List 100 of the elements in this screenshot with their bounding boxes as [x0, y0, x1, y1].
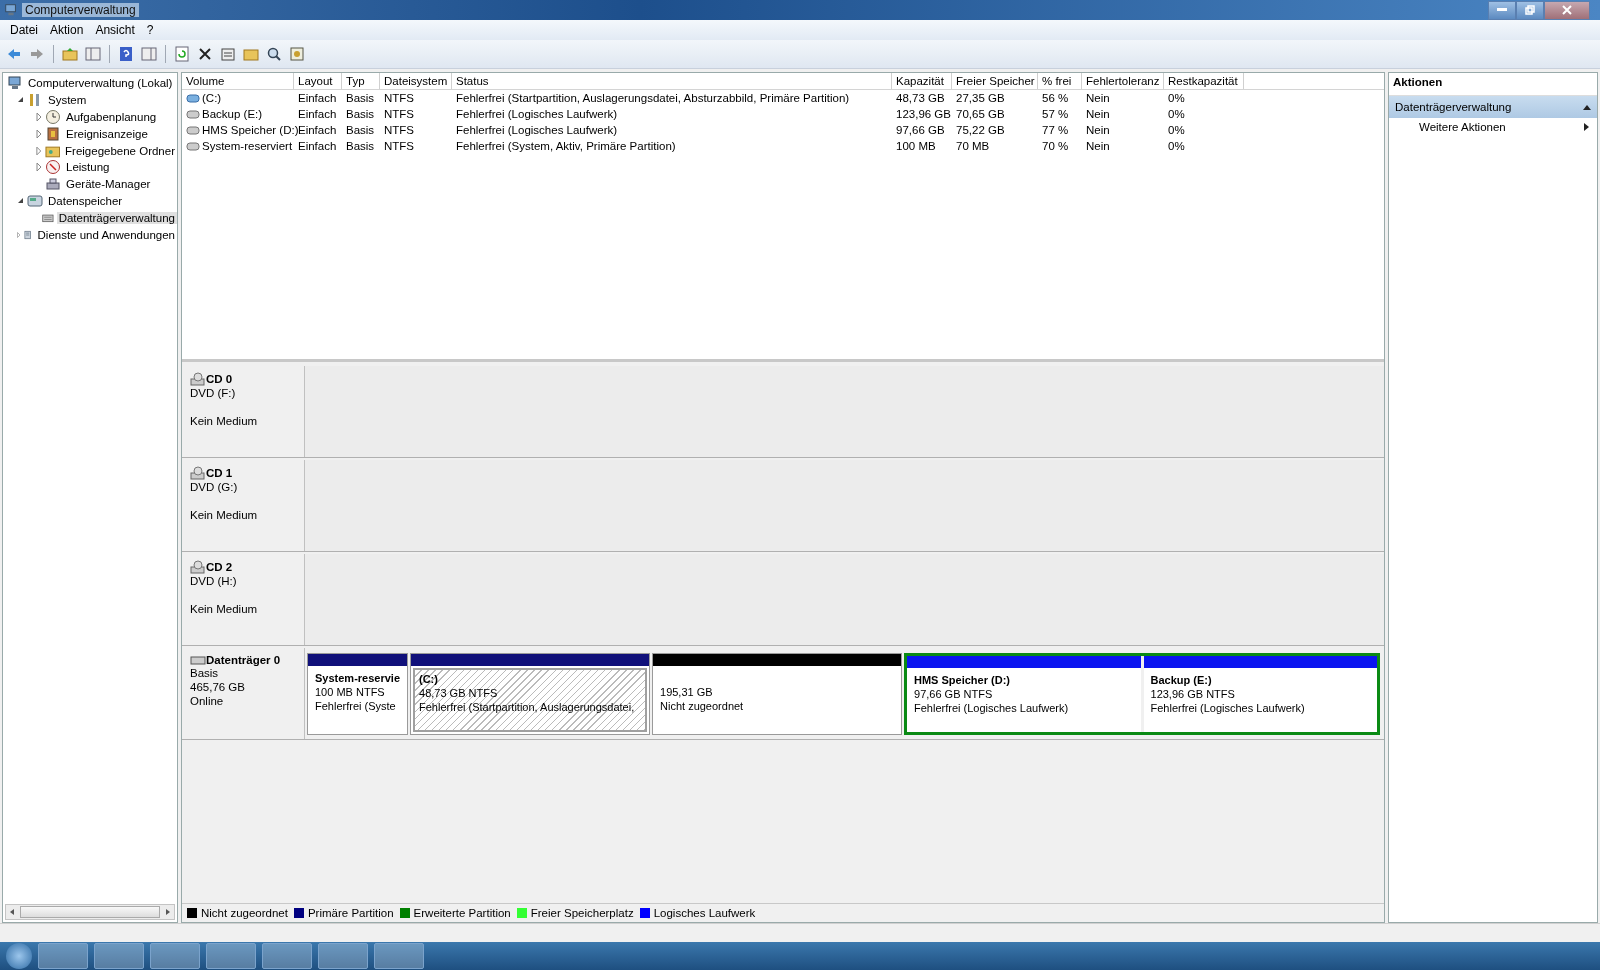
table-cell-text: Fehlerfrei (Logisches Laufwerk) — [456, 107, 618, 122]
column-header[interactable]: Fehlertoleranz — [1082, 73, 1164, 89]
column-header[interactable]: Kapazität — [892, 73, 952, 89]
tree-item[interactable]: Datenträgerverwaltung — [56, 211, 177, 224]
device-icon — [45, 176, 61, 193]
taskbar-button[interactable] — [262, 943, 312, 969]
table-cell-text: Fehlerfrei (Startpartition, Auslagerungsdatei, Absturzabbild, Primäre Partition) — [456, 91, 850, 106]
column-header[interactable]: Typ — [342, 73, 380, 89]
taskbar-button[interactable] — [94, 943, 144, 969]
table-cell-text: NTFS — [384, 107, 415, 122]
taskbar-button[interactable] — [374, 943, 424, 969]
column-header[interactable]: % frei — [1038, 73, 1082, 89]
cd-drive-icon — [190, 372, 206, 386]
table-cell-text: Basis — [346, 139, 375, 154]
table-cell-text: 0% — [1168, 107, 1185, 122]
gauge-icon — [45, 159, 61, 176]
table-cell-text: 0% — [1168, 123, 1185, 138]
taskbar-button[interactable] — [150, 943, 200, 969]
tree-item[interactable]: Datenspeicher — [46, 194, 125, 207]
menu-item[interactable]: ? — [140, 23, 160, 37]
drive-state: Kein Medium — [190, 508, 259, 522]
close-icon — [197, 46, 213, 62]
table-cell-text: 77 % — [1042, 123, 1069, 138]
column-header[interactable]: Layout — [294, 73, 342, 89]
column-header[interactable]: Status — [452, 73, 892, 89]
taskbar-button[interactable] — [206, 943, 256, 969]
computer-icon — [7, 75, 23, 92]
table-cell-text: Einfach — [298, 139, 337, 154]
tree-item[interactable]: Freigegebene Ordner — [63, 144, 177, 157]
table-cell-text: 27,35 GB — [956, 91, 1005, 106]
help-icon — [118, 46, 134, 62]
legend-label: Nicht zugeordnet — [201, 907, 288, 919]
storage-icon — [27, 192, 43, 209]
cd-drive-icon — [190, 466, 206, 480]
start-button[interactable] — [6, 943, 32, 969]
actions-section[interactable]: Datenträgerverwaltung — [1389, 96, 1597, 118]
drive-type: DVD (H:) — [190, 574, 238, 588]
column-header[interactable]: Dateisystem — [380, 73, 452, 89]
table-cell-text: NTFS — [384, 91, 415, 106]
drive-type: Basis — [190, 666, 220, 680]
taskbar-button[interactable] — [38, 943, 88, 969]
tree-item[interactable]: Geräte-Manager — [64, 178, 153, 191]
tree-item[interactable]: System — [46, 94, 89, 107]
collapse-caret-icon — [1583, 104, 1591, 110]
submenu-arrow-icon — [1584, 123, 1589, 131]
refresh-icon — [174, 46, 190, 62]
taskbar-button[interactable] — [318, 943, 368, 969]
pane-icon — [85, 46, 101, 62]
partition[interactable]: (C:) 48,73 GB NTFS Fehlerfrei (Startpartition, Auslagerungsdatei, — [413, 668, 647, 732]
computer-icon — [4, 3, 18, 17]
tree-item[interactable]: Leistung — [64, 161, 112, 174]
drive-name: Datenträger 0 — [206, 654, 281, 666]
column-header[interactable]: Restkapazität — [1164, 73, 1244, 89]
close-icon — [1562, 5, 1572, 15]
folder-icon — [243, 46, 259, 62]
legend-label: Logisches Laufwerk — [653, 907, 756, 919]
drive-state: Kein Medium — [190, 414, 259, 428]
tree-item[interactable]: Aufgabenplanung — [64, 111, 159, 123]
drive-type: DVD (G:) — [190, 480, 239, 494]
drive-size: 465,76 GB — [190, 680, 246, 694]
minimize-button[interactable] — [1488, 0, 1516, 20]
folder-up-icon — [62, 46, 78, 62]
close-button[interactable] — [1544, 0, 1590, 20]
tree-item[interactable]: Ereignisanzeige — [64, 127, 150, 140]
table-cell-text: Backup (E:) — [202, 107, 263, 122]
table-cell-text: 123,96 GB — [896, 107, 951, 122]
menu-item[interactable]: Aktion — [44, 23, 90, 37]
menu-item[interactable]: Ansicht — [89, 23, 141, 37]
table-cell-text: 97,66 GB — [896, 123, 945, 138]
table-cell-text: 56 % — [1042, 91, 1069, 106]
forward-arrow-icon — [29, 46, 45, 62]
column-header[interactable]: Freier Speicher — [952, 73, 1038, 89]
maximize-button[interactable] — [1516, 0, 1544, 20]
table-cell-text: Nein — [1086, 123, 1110, 138]
horizontal-scrollbar[interactable] — [5, 904, 175, 920]
table-cell-text: NTFS — [384, 139, 415, 154]
drive-name: CD 0 — [206, 373, 233, 385]
drive-type: DVD (F:) — [190, 386, 237, 400]
table-cell-text: NTFS — [384, 123, 415, 138]
pane-icon — [141, 46, 157, 62]
table-cell-text: 70 MB — [956, 139, 990, 154]
column-header[interactable]: Volume — [182, 73, 294, 89]
table-cell-text: (C:) — [202, 91, 222, 106]
tree-item[interactable]: Dienste und Anwendungen — [35, 228, 177, 241]
log-icon — [45, 125, 61, 142]
tree-item[interactable]: Computerverwaltung (Lokal) — [26, 77, 175, 90]
table-cell-text: Einfach — [298, 91, 337, 106]
menu-item[interactable]: Datei — [4, 23, 44, 37]
search-icon — [266, 46, 282, 62]
table-cell-text: 100 MB — [896, 139, 936, 154]
table-cell-text: Nein — [1086, 139, 1110, 154]
table-cell-text: 57 % — [1042, 107, 1069, 122]
table-cell-text: Einfach — [298, 107, 337, 122]
table-cell-text: System-reserviert — [202, 139, 293, 154]
minimize-icon — [1497, 8, 1507, 12]
legend-label: Erweiterte Partition — [413, 907, 511, 919]
table-cell-text: Einfach — [298, 123, 337, 138]
action-item[interactable]: Weitere Aktionen — [1389, 118, 1597, 136]
table-cell-text: Basis — [346, 123, 375, 138]
restore-icon — [1525, 5, 1535, 15]
